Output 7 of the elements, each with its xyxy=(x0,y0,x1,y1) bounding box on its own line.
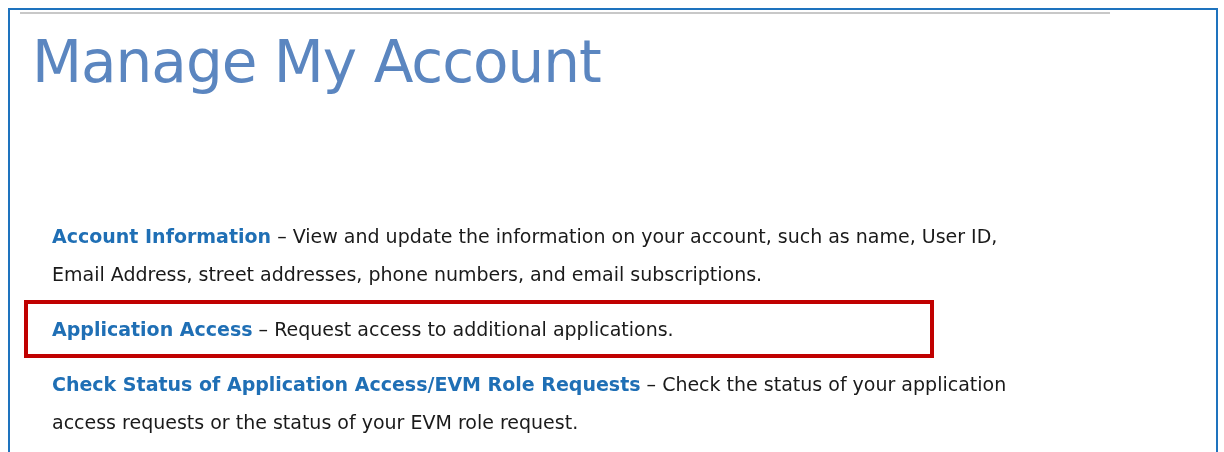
item-link[interactable]: Check Status of Application Access/EVM Role Requests xyxy=(52,373,641,395)
item-description: Application Access – Request access to additional applications. xyxy=(52,317,675,342)
item-description: Account Information – View and update the information on your account, such as name, User ID, Email Address, street addresses, phone numbers, and email subscriptions. xyxy=(52,224,999,287)
item-link[interactable]: Account Information xyxy=(52,225,272,247)
item-description: Check Status of Application Access/EVM Role Requests – Check the status of your application access requests or the status of your EVM role request. xyxy=(52,372,1008,435)
page-title: Manage My Account xyxy=(32,27,601,98)
item-link[interactable]: Application Access xyxy=(52,318,253,340)
